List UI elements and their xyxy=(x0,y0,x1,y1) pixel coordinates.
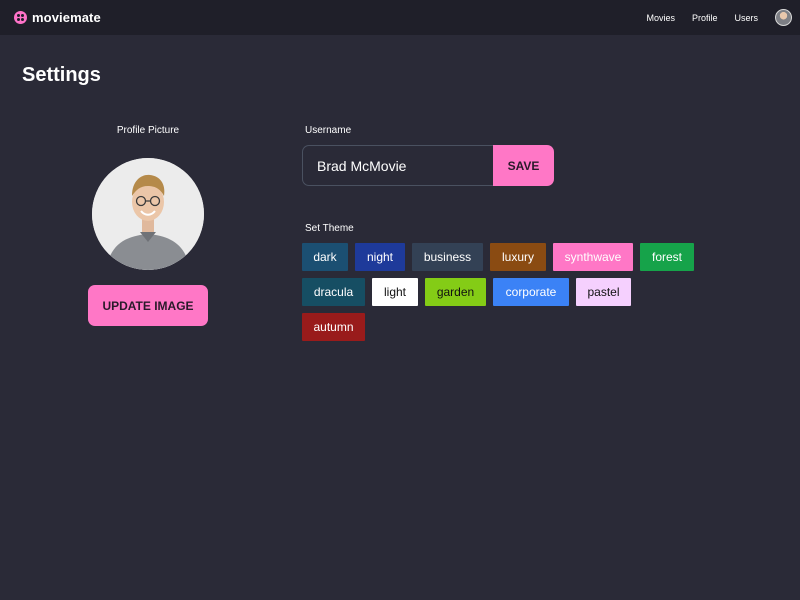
username-input[interactable]: Brad McMovie xyxy=(302,145,493,186)
theme-option-autumn[interactable]: autumn xyxy=(302,313,365,341)
username-row: Brad McMovie SAVE xyxy=(302,145,702,186)
theme-option-garden[interactable]: garden xyxy=(425,278,486,306)
profile-picture-section: Profile Picture UPDATE IMAGE xyxy=(88,125,208,326)
profile-picture-label: Profile Picture xyxy=(116,125,180,136)
user-avatar[interactable] xyxy=(775,9,792,26)
page-title: Settings xyxy=(22,64,101,86)
settings-form: Username Brad McMovie SAVE Set Theme dar… xyxy=(302,125,702,341)
navbar: moviemate Movies Profile Users xyxy=(0,0,800,35)
set-theme-label: Set Theme xyxy=(305,223,354,234)
update-image-button[interactable]: UPDATE IMAGE xyxy=(88,285,208,326)
theme-option-dark[interactable]: dark xyxy=(302,243,348,271)
brand-name[interactable]: moviemate xyxy=(32,10,101,25)
save-button[interactable]: SAVE xyxy=(493,145,554,186)
theme-option-night[interactable]: night xyxy=(355,243,405,271)
nav-links: Movies Profile Users xyxy=(629,9,792,26)
nav-link-movies[interactable]: Movies xyxy=(646,13,675,23)
theme-option-dracula[interactable]: dracula xyxy=(302,278,365,306)
theme-option-pastel[interactable]: pastel xyxy=(576,278,631,306)
nav-link-profile[interactable]: Profile xyxy=(692,13,718,23)
username-label: Username xyxy=(305,125,352,136)
theme-option-corporate[interactable]: corporate xyxy=(493,278,569,306)
theme-option-business[interactable]: business xyxy=(412,243,483,271)
theme-option-synthwave[interactable]: synthwave xyxy=(553,243,633,271)
nav-link-users[interactable]: Users xyxy=(734,13,758,23)
film-reel-icon xyxy=(14,11,27,24)
theme-option-luxury[interactable]: luxury xyxy=(490,243,546,271)
brand[interactable]: moviemate xyxy=(14,10,101,25)
profile-photo-illustration xyxy=(92,158,204,270)
theme-option-forest[interactable]: forest xyxy=(640,243,694,271)
profile-picture xyxy=(92,158,204,270)
theme-option-light[interactable]: light xyxy=(372,278,418,306)
